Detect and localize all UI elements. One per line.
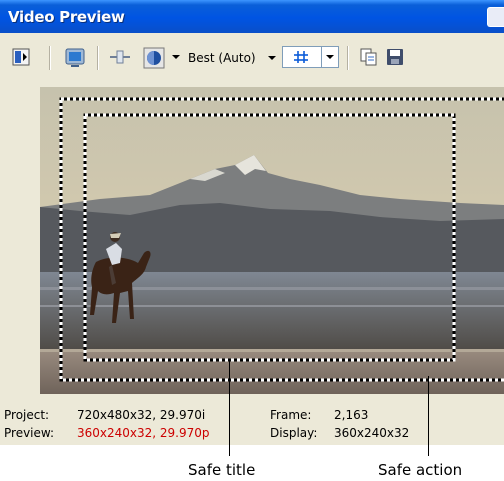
- display-label: Display:: [270, 426, 318, 440]
- external-monitor-icon[interactable]: [64, 47, 86, 69]
- grid-dropdown-arrow-icon[interactable]: [326, 55, 334, 59]
- preview-quality-dropdown[interactable]: Best (Auto): [188, 51, 256, 65]
- overlay-dropdown-arrow-icon[interactable]: [172, 55, 180, 59]
- toolbar: Best (Auto): [0, 34, 504, 80]
- grid-toggle[interactable]: [283, 47, 322, 67]
- preview-label: Preview:: [4, 426, 55, 440]
- overlay-icon[interactable]: [143, 47, 165, 69]
- safe-action-callout-line: [428, 376, 429, 456]
- save-snapshot-icon[interactable]: [386, 48, 404, 66]
- copy-snapshot-icon[interactable]: [359, 47, 379, 67]
- frame-value: 2,163: [334, 408, 369, 422]
- safe-action-callout: Safe action: [378, 461, 463, 479]
- preview-value: 360x240x32, 29.970p: [77, 426, 210, 440]
- quality-dropdown-arrow-icon[interactable]: [268, 56, 276, 60]
- title-bar[interactable]: Video Preview: [0, 0, 504, 33]
- video-frame-image: [40, 87, 504, 394]
- preview-device-icon[interactable]: [12, 48, 30, 66]
- safe-title-callout: Safe title: [188, 461, 256, 479]
- video-preview-area[interactable]: [40, 87, 504, 394]
- display-value: 360x240x32: [334, 426, 410, 440]
- window-title: Video Preview: [8, 8, 125, 26]
- window-control-button[interactable]: [487, 7, 504, 27]
- toolbar-separator: [347, 46, 349, 70]
- safe-areas-grid-button[interactable]: [282, 46, 339, 68]
- frame-label: Frame:: [270, 408, 312, 422]
- safe-title-callout-line: [229, 360, 230, 456]
- safe-areas-grid-icon: [294, 51, 308, 63]
- split-screen-icon[interactable]: [109, 48, 131, 66]
- toolbar-separator: [97, 46, 99, 70]
- project-value: 720x480x32, 29.970i: [77, 408, 206, 422]
- project-label: Project:: [4, 408, 50, 422]
- toolbar-separator: [49, 46, 51, 70]
